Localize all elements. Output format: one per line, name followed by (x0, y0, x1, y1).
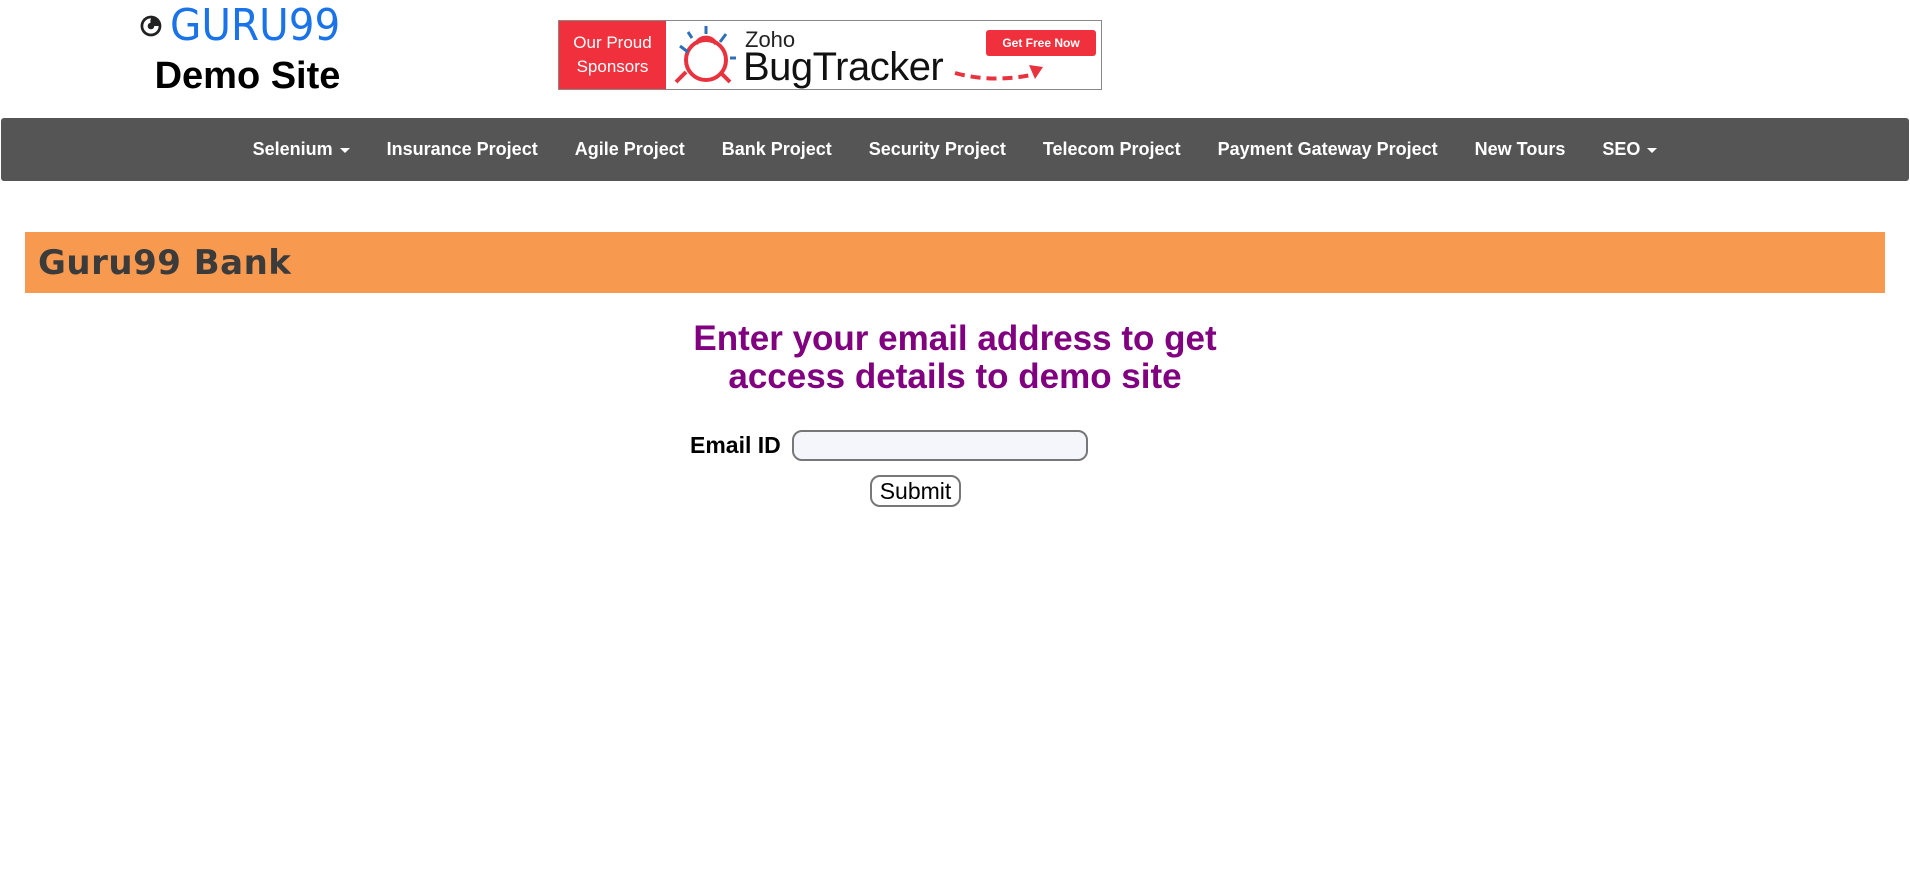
dashed-arrow-icon (954, 65, 1043, 81)
caret-down-icon (1647, 148, 1658, 153)
email-form-row: Email ID (690, 430, 1088, 461)
email-prompt-line2: access details to demo site (728, 357, 1182, 396)
sponsor-label-line2: Sponsors (576, 57, 649, 76)
email-prompt-line1: Enter your email address to get (693, 319, 1217, 358)
get-free-now-button[interactable]: Get Free Now (986, 30, 1096, 56)
nav-item-selenium[interactable]: Selenium (234, 139, 368, 160)
email-prompt: Enter your email address to get access d… (555, 320, 1355, 396)
nav-item-telecom-project[interactable]: Telecom Project (1024, 139, 1199, 160)
nav-item-bank-project[interactable]: Bank Project (703, 139, 850, 160)
bugtracker-brand: BugTracker (743, 45, 944, 89)
email-input[interactable] (791, 430, 1088, 461)
sponsor-banner[interactable]: Our Proud Sponsors Zoho BugTracker Get F… (558, 20, 1102, 90)
caret-down-icon (339, 148, 350, 153)
bank-title-bar: Guru99 Bank (25, 232, 1885, 293)
nav-item-seo[interactable]: SEO (1584, 139, 1676, 160)
nav-item-label: SEO (1602, 139, 1641, 159)
site-subtitle: Demo Site (154, 55, 341, 97)
main-navbar: Selenium Insurance Project Agile Project… (1, 118, 1909, 181)
logo-row: GURU99 (140, 4, 355, 48)
email-label: Email ID (690, 432, 781, 458)
nav-item-label: Selenium (252, 139, 333, 159)
sponsor-label: Our Proud Sponsors (559, 21, 666, 89)
sponsor-label-line1: Our Proud (573, 33, 652, 52)
nav-item-payment-gateway-project[interactable]: Payment Gateway Project (1199, 139, 1456, 160)
sponsor-ad: Zoho BugTracker Get Free Now (666, 21, 1101, 89)
nav-item-insurance-project[interactable]: Insurance Project (368, 139, 556, 160)
site-header: GURU99 Demo Site Our Proud Sponsors Zoho… (0, 0, 1910, 118)
page-title: Guru99 Bank (38, 242, 292, 283)
guru99-logo[interactable]: GURU99 Demo Site (140, 4, 355, 96)
bug-icon (674, 26, 736, 84)
nav-item-agile-project[interactable]: Agile Project (556, 139, 703, 160)
nav-item-security-project[interactable]: Security Project (850, 139, 1024, 160)
logo-text: GURU99 (169, 0, 341, 51)
nav-item-new-tours[interactable]: New Tours (1456, 139, 1584, 160)
submit-button[interactable]: Submit (870, 475, 961, 507)
guru99-logo-icon (140, 15, 162, 37)
